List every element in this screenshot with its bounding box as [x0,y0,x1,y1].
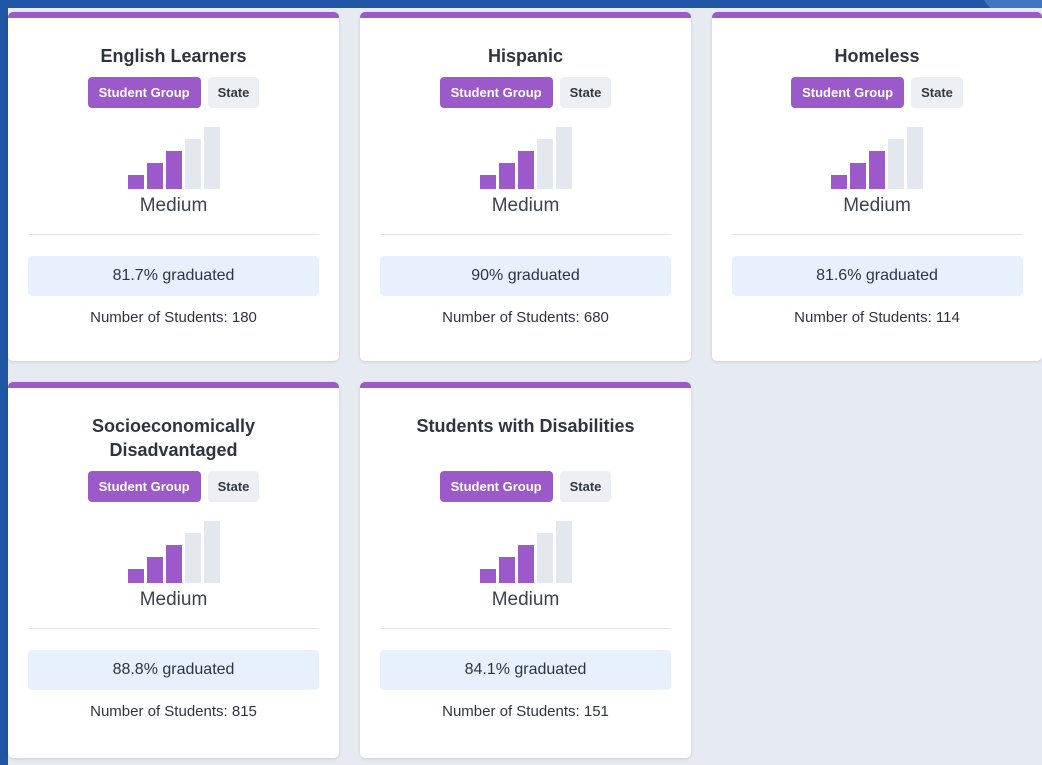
graduation-rate: 90% graduated [380,256,671,296]
graduation-rate: 81.7% graduated [28,256,319,296]
card-divider [380,234,671,235]
level-bars-icon [831,127,923,189]
level-bar [184,533,201,583]
state-badge: State [207,471,260,502]
level-bars-icon [127,521,220,583]
student-group-badge: Student Group [439,471,553,502]
card-tags: Student Group State [791,77,963,108]
card-divider [380,628,671,629]
level-bar [831,175,847,189]
student-group-badge: Student Group [439,77,553,108]
card-title: Homeless [834,46,920,66]
group-card-hispanic: Hispanic Student Group State Medium 90% … [360,12,691,361]
card-tags: Student Group State [439,471,612,502]
level-bar [479,175,496,189]
card-divider [732,234,1022,235]
student-count: Number of Students: 114 [794,309,960,326]
graduation-rate: 88.8% graduated [28,650,319,690]
card-tags: Student Group State [87,77,260,108]
level-bars-icon [479,521,572,583]
student-groups-panel: English Learners Student Group State Med… [8,8,1042,765]
group-card-english-learners: English Learners Student Group State Med… [8,12,339,361]
level-bar [498,163,515,189]
level-bar [869,151,885,189]
level-label: Medium [843,195,911,216]
level-bar [907,127,923,189]
level-bar [888,139,904,189]
group-card-students-with-disabilities: Students with Disabilities Student Group… [360,382,691,758]
graduation-rate: 81.6% graduated [731,256,1023,296]
card-title: Students with Disabilities [416,416,635,436]
student-group-badge: Student Group [87,471,201,502]
level-bar [517,151,534,189]
student-count: Number of Students: 815 [90,703,257,720]
card-tags: Student Group State [439,77,612,108]
state-badge: State [911,77,963,108]
level-bar [555,127,572,189]
group-card-socioeconomically-disadvantaged: Socioeconomically Disadvantaged Student … [8,382,339,758]
card-title: Socioeconomically Disadvantaged [91,416,256,460]
card-divider [28,628,319,629]
level-bars-icon [479,127,572,189]
card-title: Hispanic [487,46,564,66]
student-group-badge: Student Group [791,77,905,108]
level-bar [203,127,220,189]
level-bar [127,175,144,189]
level-bar [479,569,496,583]
level-bar [203,521,220,583]
level-bar [498,557,515,583]
level-bar [146,163,163,189]
state-badge: State [559,471,612,502]
state-badge: State [559,77,612,108]
level-bar [165,545,182,583]
student-count: Number of Students: 151 [442,703,609,720]
level-bar [165,151,182,189]
student-group-badge: Student Group [87,77,201,108]
student-count: Number of Students: 180 [90,309,257,326]
level-label: Medium [139,589,208,610]
card-title: English Learners [100,46,247,66]
state-badge: State [207,77,260,108]
level-bar [536,533,553,583]
card-tags: Student Group State [87,471,260,502]
level-bar [536,139,553,189]
level-bar [517,545,534,583]
level-label: Medium [139,195,208,216]
level-bar [146,557,163,583]
student-count: Number of Students: 680 [442,309,609,326]
level-bar [127,569,144,583]
level-bar [850,163,866,189]
level-label: Medium [491,589,560,610]
graduation-rate: 84.1% graduated [380,650,671,690]
level-bar [555,521,572,583]
group-card-homeless: Homeless Student Group State Medium 81.6… [712,12,1042,361]
card-divider [28,234,319,235]
level-label: Medium [491,195,560,216]
level-bars-icon [127,127,220,189]
level-bar [184,139,201,189]
